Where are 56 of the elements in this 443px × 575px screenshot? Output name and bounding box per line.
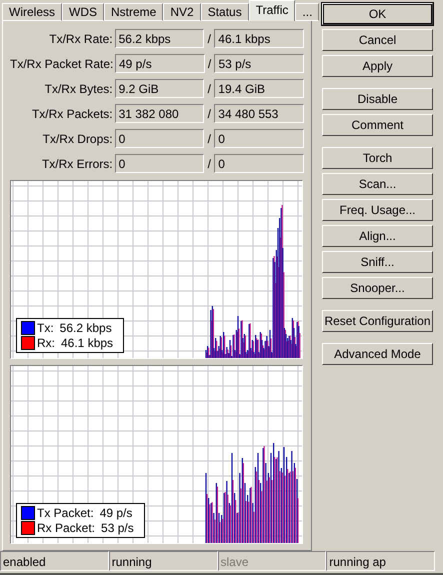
field-label: Tx/Rx Rate: xyxy=(48,32,114,46)
action-button[interactable]: Apply xyxy=(322,55,433,77)
separator: / xyxy=(206,56,212,70)
tab[interactable]: Nstreme xyxy=(104,3,164,21)
legend-value: 46.1 kbps xyxy=(61,336,114,350)
value-field: 49 p/s xyxy=(115,54,205,73)
value-field: 9.2 GiB xyxy=(114,79,204,98)
separator: / xyxy=(206,156,212,170)
tab[interactable]: Status xyxy=(200,3,249,21)
tab[interactable]: WDS xyxy=(62,3,104,21)
action-button[interactable]: Snooper... xyxy=(322,277,433,299)
status-text: enabled xyxy=(0,551,109,571)
legend-label: Rx: xyxy=(37,336,55,350)
legend-value: 49 p/s xyxy=(100,506,132,520)
value-field: 56.2 kbps xyxy=(114,29,204,48)
status-text: running xyxy=(108,551,218,571)
action-button[interactable]: Align... xyxy=(322,225,433,247)
action-button[interactable]: Reset Configuration xyxy=(322,310,433,332)
separator: / xyxy=(206,106,212,120)
value-field: 0 xyxy=(114,129,204,148)
status-text: slave xyxy=(218,551,326,571)
value-field: 19.4 GiB xyxy=(214,79,304,98)
field-label: Tx/Rx Drops: xyxy=(42,132,114,146)
tab[interactable]: NV2 xyxy=(163,3,201,21)
action-button[interactable]: Disable xyxy=(322,88,433,110)
field-label: Tx/Rx Errors: xyxy=(40,156,114,170)
action-button[interactable]: Advanced Mode xyxy=(322,343,433,365)
separator: / xyxy=(206,32,212,46)
legend-label: Tx Packet: xyxy=(37,506,94,520)
value-field: 34 480 553 xyxy=(214,104,304,123)
tab[interactable]: Traffic xyxy=(248,0,296,21)
tab[interactable]: ... xyxy=(295,3,320,21)
action-button[interactable]: Cancel xyxy=(322,29,433,51)
status-text: running ap xyxy=(326,551,435,571)
legend-label: Tx: xyxy=(37,321,54,335)
separator: / xyxy=(206,132,212,146)
legend-value: 56.2 kbps xyxy=(60,321,112,335)
action-button[interactable]: Sniff... xyxy=(322,251,433,273)
tab[interactable]: Wireless xyxy=(2,3,62,21)
value-field: 31 382 080 xyxy=(114,104,204,123)
value-field: 53 p/s xyxy=(214,54,304,73)
value-field: 46.1 kbps xyxy=(214,29,304,48)
action-button[interactable]: Freq. Usage... xyxy=(322,199,433,221)
field-label: Tx/Rx Bytes: xyxy=(44,82,114,96)
action-button[interactable]: OK xyxy=(322,3,433,25)
field-label: Tx/Rx Packet Rate: xyxy=(10,56,114,70)
separator: / xyxy=(206,82,212,96)
action-button[interactable]: Torch xyxy=(322,147,433,169)
legend-value: 53 p/s xyxy=(101,521,134,535)
field-label: Tx/Rx Packets: xyxy=(30,106,114,120)
value-field: 0 xyxy=(214,154,304,173)
action-button[interactable]: Comment xyxy=(322,114,433,136)
action-button[interactable]: Scan... xyxy=(322,173,433,195)
value-field: 0 xyxy=(114,154,204,173)
value-field: 0 xyxy=(214,129,304,148)
legend-label: Rx Packet: xyxy=(37,521,96,535)
